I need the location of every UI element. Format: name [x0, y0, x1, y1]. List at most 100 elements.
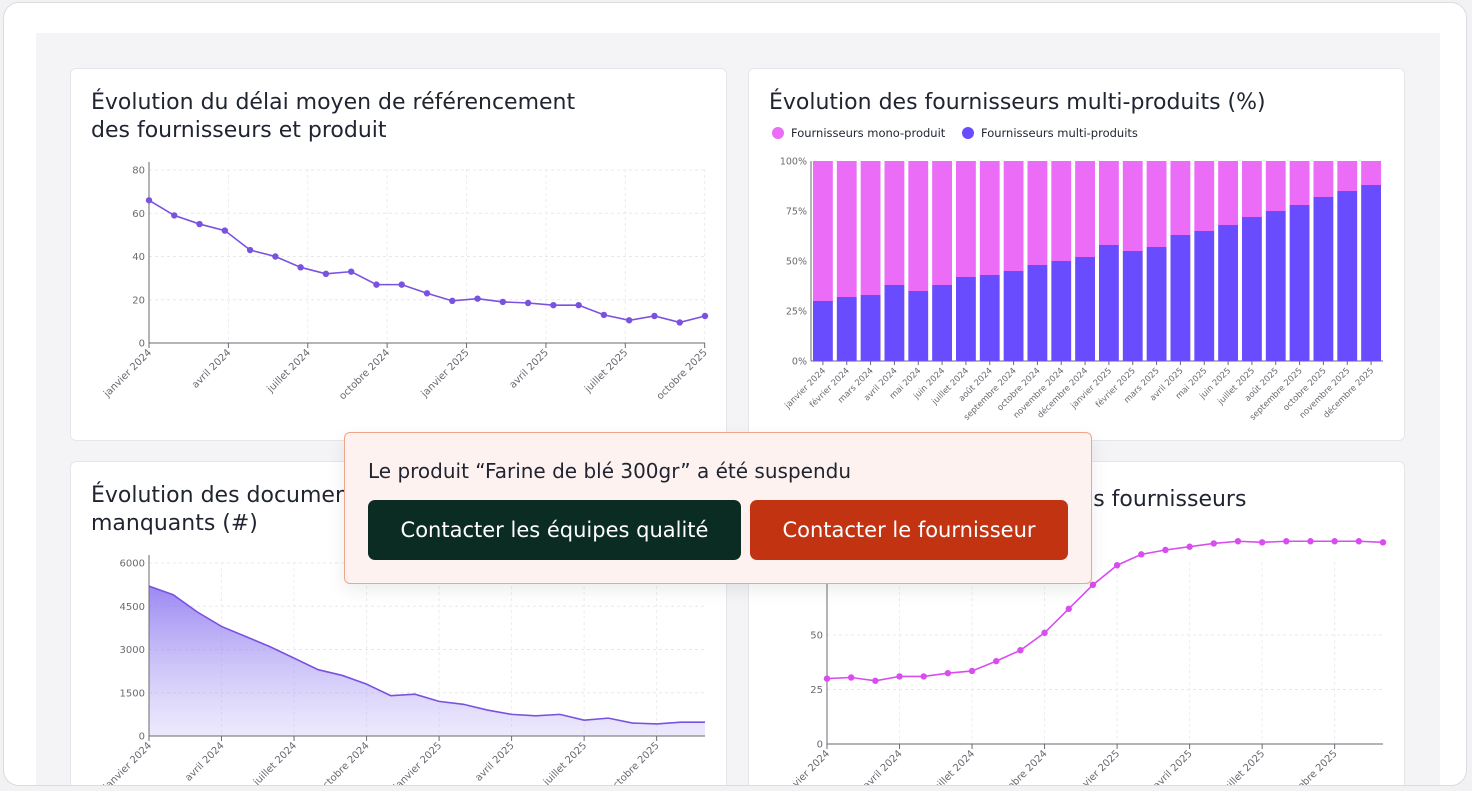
y-tick-label: 50%: [786, 257, 807, 268]
y-tick-label: 0: [139, 732, 145, 743]
delay-series-line: [148, 199, 706, 324]
bar-multi-produits: [1099, 245, 1119, 361]
bar-mono-produit: [884, 161, 905, 285]
suspension-notification: Le produit “Farine de blé 300gr” a été s…: [344, 432, 1092, 584]
data-point: [625, 317, 633, 324]
x-tick-label: octobre 2025: [1285, 748, 1340, 786]
x-tick-label: juillet 2024: [929, 748, 977, 786]
data-point: [701, 312, 709, 320]
data-point: [1162, 546, 1169, 554]
y-tick-label: 50: [810, 631, 823, 642]
y-tick-label: 80: [132, 166, 145, 177]
delay-line-chart: 0 20 40 60 80 janvier 2024 avril 2024 juillet 2…: [101, 162, 710, 402]
bar-multi-produits: [1218, 225, 1238, 361]
x-tick-label: juillet 2025: [541, 740, 589, 786]
data-point: [474, 295, 481, 302]
x-tick-label: avril 2024: [861, 748, 904, 786]
data-point: [145, 197, 153, 204]
bar-mono-produit: [860, 161, 881, 295]
bar-multi-produits: [1361, 185, 1381, 361]
y-tick-label: 4500: [120, 602, 145, 613]
x-tick-label: janvier 2025: [1069, 748, 1122, 786]
data-point: [398, 281, 405, 288]
bar-mono-produit: [1265, 161, 1286, 211]
bar-mono-produit: [1051, 161, 1072, 261]
x-tick-label: octobre 2024: [317, 740, 372, 786]
bar-multi-produits: [1146, 247, 1167, 361]
bar-multi-produits: [836, 297, 857, 361]
bar-mono-produit: [1146, 161, 1167, 247]
bar-mono-produit: [1003, 161, 1024, 271]
bar-multi-produits: [1242, 217, 1262, 361]
bar-multi-produits: [1313, 197, 1334, 361]
bar-mono-produit: [1361, 161, 1381, 185]
y-tick-label: 6000: [120, 559, 145, 570]
bar-multi-produits: [1337, 191, 1358, 361]
data-point: [1089, 581, 1097, 589]
x-tick-label: octobre 2025: [607, 740, 662, 786]
bar-multi-produits: [1003, 271, 1024, 361]
bar-mono-produit: [932, 161, 952, 285]
x-tick-label: janvier 2024: [779, 748, 832, 786]
bar-mono-produit: [836, 161, 857, 297]
card-delay-chart: Évolution du délai moyen de référencemen…: [70, 68, 727, 441]
data-point: [1307, 538, 1314, 545]
data-point: [1065, 605, 1072, 613]
y-tick-label: 40: [132, 252, 145, 263]
notification-message: Le produit “Farine de blé 300gr” a été s…: [368, 459, 851, 483]
data-point: [171, 212, 178, 219]
data-point: [1355, 538, 1363, 545]
bar-mono-produit: [1099, 161, 1119, 245]
y-tick-label: 20: [132, 295, 145, 306]
bar-multi-produits: [956, 277, 976, 361]
bar-multi-produits: [1194, 231, 1215, 361]
x-tick-label: octobre 2024: [337, 347, 392, 402]
data-point: [1186, 543, 1193, 550]
x-tick-label: juillet 2025: [1219, 748, 1267, 786]
bar-multi-produits: [884, 285, 905, 361]
y-tick-label: 0%: [792, 357, 807, 368]
contact-supplier-button[interactable]: Contacter le fournisseur: [750, 500, 1068, 560]
data-point: [423, 290, 431, 297]
data-point: [1379, 539, 1387, 546]
x-tick-label: octobre 2025: [655, 347, 710, 402]
bar-mono-produit: [1075, 161, 1095, 257]
bar-multi-produits: [1289, 205, 1310, 361]
y-tick-label: 25%: [786, 307, 807, 318]
data-point: [920, 673, 927, 680]
x-tick-label: janvier 2024: [101, 740, 154, 786]
x-tick-label: avril 2024: [183, 740, 226, 783]
y-tick-label: 0: [139, 339, 145, 350]
bar-multi-produits: [1122, 251, 1143, 361]
data-point: [1017, 647, 1024, 654]
data-point: [847, 674, 855, 681]
x-tick-label: avril 2025: [1151, 748, 1194, 786]
x-tick-label: janvier 2025: [391, 740, 444, 786]
x-tick-label: janvier 2025: [419, 347, 472, 400]
data-point: [676, 319, 683, 326]
data-point: [1138, 551, 1145, 558]
bar-multi-produits: [932, 285, 952, 361]
data-point: [221, 227, 229, 234]
bar-multi-produits: [979, 275, 1000, 361]
bar-mono-produit: [813, 161, 833, 301]
legend-multi-dot: [962, 127, 974, 139]
x-tick-label: juillet 2025: [582, 347, 630, 395]
bar-mono-produit: [1027, 161, 1048, 265]
bar-multi-produits: [1170, 235, 1191, 361]
data-point: [896, 673, 903, 680]
data-point: [347, 268, 355, 275]
y-tick-label: 1500: [120, 688, 145, 699]
y-tick-label: 0: [817, 740, 823, 751]
bar-mono-produit: [979, 161, 1000, 275]
data-point: [651, 312, 658, 320]
data-point: [322, 270, 330, 277]
data-point: [272, 253, 279, 260]
contact-quality-team-button[interactable]: Contacter les équipes qualité: [368, 500, 741, 560]
data-point: [196, 220, 203, 228]
bar-mono-produit: [1122, 161, 1143, 251]
y-tick-label: 75%: [786, 207, 807, 218]
data-point: [297, 264, 304, 271]
y-tick-label: 3000: [120, 645, 145, 656]
data-point: [550, 301, 557, 309]
